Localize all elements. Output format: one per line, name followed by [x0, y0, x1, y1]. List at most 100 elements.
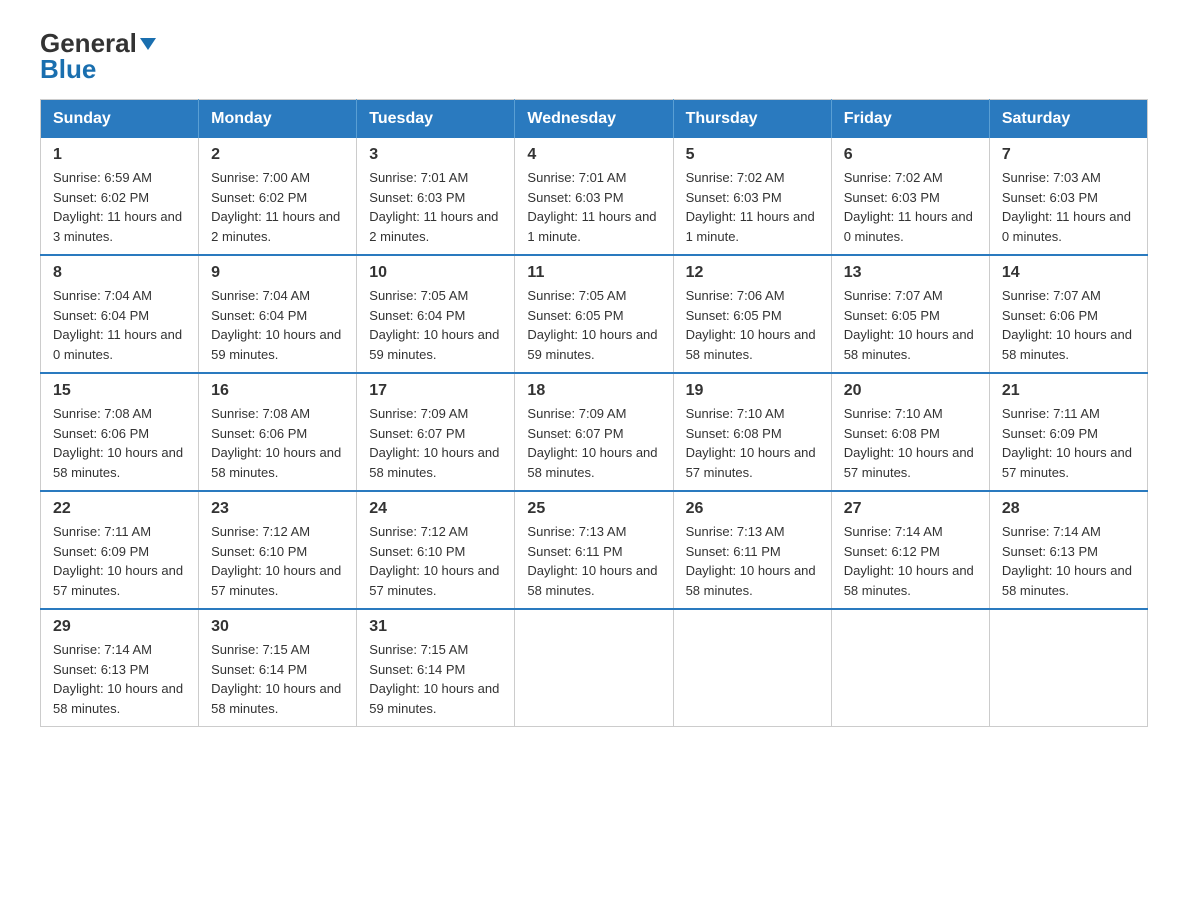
- page-header: General Blue: [40, 30, 1148, 83]
- day-info: Sunrise: 7:01 AMSunset: 6:03 PMDaylight:…: [369, 168, 502, 246]
- calendar-cell: 23Sunrise: 7:12 AMSunset: 6:10 PMDayligh…: [199, 491, 357, 609]
- calendar-cell: 12 Sunrise: 7:06 AMSunset: 6:05 PMDayligh…: [673, 255, 831, 373]
- calendar-cell: 17 Sunrise: 7:09 AMSunset: 6:07 PMDayligh…: [357, 373, 515, 491]
- day-info: Sunrise: 7:00 AMSunset: 6:02 PMDaylight:…: [211, 168, 344, 246]
- calendar-cell: 14 Sunrise: 7:07 AMSunset: 6:06 PMDayligh…: [989, 255, 1147, 373]
- calendar-cell: 13 Sunrise: 7:07 AMSunset: 6:05 PMDayligh…: [831, 255, 989, 373]
- day-info: Sunrise: 7:04 AMSunset: 6:04 PMDaylight:…: [211, 286, 344, 364]
- day-number: 18: [527, 382, 660, 400]
- column-header-saturday: Saturday: [989, 100, 1147, 139]
- column-header-monday: Monday: [199, 100, 357, 139]
- calendar-cell: [831, 609, 989, 727]
- day-info: Sunrise: 7:11 AMSunset: 6:09 PMDaylight:…: [53, 522, 186, 600]
- day-number: 19: [686, 382, 819, 400]
- day-info: Sunrise: 7:07 AMSunset: 6:06 PMDaylight:…: [1002, 286, 1135, 364]
- day-info: Sunrise: 7:09 AMSunset: 6:07 PMDaylight:…: [527, 404, 660, 482]
- day-number: 5: [686, 146, 819, 164]
- day-info: Sunrise: 7:13 AMSunset: 6:11 PMDaylight:…: [527, 522, 660, 600]
- calendar-cell: 2 Sunrise: 7:00 AMSunset: 6:02 PMDaylight…: [199, 138, 357, 255]
- day-number: 31: [369, 618, 502, 636]
- day-number: 1: [53, 146, 186, 164]
- day-number: 20: [844, 382, 977, 400]
- calendar-cell: 21 Sunrise: 7:11 AMSunset: 6:09 PMDayligh…: [989, 373, 1147, 491]
- day-info: Sunrise: 7:15 AMSunset: 6:14 PMDaylight:…: [211, 640, 344, 718]
- calendar-week-row: 22Sunrise: 7:11 AMSunset: 6:09 PMDayligh…: [41, 491, 1148, 609]
- day-number: 14: [1002, 264, 1135, 282]
- calendar-week-row: 8 Sunrise: 7:04 AMSunset: 6:04 PMDaylight…: [41, 255, 1148, 373]
- day-info: Sunrise: 7:07 AMSunset: 6:05 PMDaylight:…: [844, 286, 977, 364]
- logo-blue-text: Blue: [40, 54, 96, 84]
- day-info: Sunrise: 7:11 AMSunset: 6:09 PMDaylight:…: [1002, 404, 1135, 482]
- day-number: 4: [527, 146, 660, 164]
- day-info: Sunrise: 7:08 AMSunset: 6:06 PMDaylight:…: [211, 404, 344, 482]
- day-info: Sunrise: 7:01 AMSunset: 6:03 PMDaylight:…: [527, 168, 660, 246]
- calendar-cell: 26 Sunrise: 7:13 AMSunset: 6:11 PMDayligh…: [673, 491, 831, 609]
- day-info: Sunrise: 7:09 AMSunset: 6:07 PMDaylight:…: [369, 404, 502, 482]
- day-number: 25: [527, 500, 660, 518]
- day-info: Sunrise: 7:10 AMSunset: 6:08 PMDaylight:…: [844, 404, 977, 482]
- day-number: 12: [686, 264, 819, 282]
- column-header-wednesday: Wednesday: [515, 100, 673, 139]
- calendar-cell: 7 Sunrise: 7:03 AMSunset: 6:03 PMDaylight…: [989, 138, 1147, 255]
- day-number: 21: [1002, 382, 1135, 400]
- day-info: Sunrise: 7:08 AMSunset: 6:06 PMDaylight:…: [53, 404, 186, 482]
- calendar-cell: 6 Sunrise: 7:02 AMSunset: 6:03 PMDaylight…: [831, 138, 989, 255]
- day-info: Sunrise: 7:15 AMSunset: 6:14 PMDaylight:…: [369, 640, 502, 718]
- day-info: Sunrise: 7:10 AMSunset: 6:08 PMDaylight:…: [686, 404, 819, 482]
- calendar-week-row: 29Sunrise: 7:14 AMSunset: 6:13 PMDayligh…: [41, 609, 1148, 727]
- day-info: Sunrise: 7:02 AMSunset: 6:03 PMDaylight:…: [844, 168, 977, 246]
- day-number: 24: [369, 500, 502, 518]
- calendar-cell: 28Sunrise: 7:14 AMSunset: 6:13 PMDayligh…: [989, 491, 1147, 609]
- day-info: Sunrise: 7:03 AMSunset: 6:03 PMDaylight:…: [1002, 168, 1135, 246]
- day-number: 6: [844, 146, 977, 164]
- day-number: 3: [369, 146, 502, 164]
- day-number: 8: [53, 264, 186, 282]
- day-number: 26: [686, 500, 819, 518]
- day-info: Sunrise: 7:05 AMSunset: 6:05 PMDaylight:…: [527, 286, 660, 364]
- calendar-cell: 5Sunrise: 7:02 AMSunset: 6:03 PMDaylight…: [673, 138, 831, 255]
- column-header-tuesday: Tuesday: [357, 100, 515, 139]
- calendar-cell: 1 Sunrise: 6:59 AMSunset: 6:02 PMDaylight…: [41, 138, 199, 255]
- day-number: 10: [369, 264, 502, 282]
- calendar-header-row: SundayMondayTuesdayWednesdayThursdayFrid…: [41, 100, 1148, 139]
- logo-general-text: General: [40, 30, 156, 56]
- day-info: Sunrise: 7:12 AMSunset: 6:10 PMDaylight:…: [369, 522, 502, 600]
- day-number: 23: [211, 500, 344, 518]
- calendar-cell: 29Sunrise: 7:14 AMSunset: 6:13 PMDayligh…: [41, 609, 199, 727]
- calendar-cell: 8Sunrise: 7:04 AMSunset: 6:04 PMDaylight…: [41, 255, 199, 373]
- calendar-table: SundayMondayTuesdayWednesdayThursdayFrid…: [40, 99, 1148, 727]
- column-header-thursday: Thursday: [673, 100, 831, 139]
- day-number: 9: [211, 264, 344, 282]
- calendar-week-row: 1 Sunrise: 6:59 AMSunset: 6:02 PMDaylight…: [41, 138, 1148, 255]
- calendar-cell: 18 Sunrise: 7:09 AMSunset: 6:07 PMDayligh…: [515, 373, 673, 491]
- day-number: 2: [211, 146, 344, 164]
- calendar-cell: 25 Sunrise: 7:13 AMSunset: 6:11 PMDayligh…: [515, 491, 673, 609]
- calendar-cell: [673, 609, 831, 727]
- day-info: Sunrise: 7:14 AMSunset: 6:12 PMDaylight:…: [844, 522, 977, 600]
- calendar-cell: [515, 609, 673, 727]
- day-number: 16: [211, 382, 344, 400]
- day-number: 27: [844, 500, 977, 518]
- calendar-cell: 9 Sunrise: 7:04 AMSunset: 6:04 PMDaylight…: [199, 255, 357, 373]
- calendar-cell: 24 Sunrise: 7:12 AMSunset: 6:10 PMDayligh…: [357, 491, 515, 609]
- calendar-week-row: 15 Sunrise: 7:08 AMSunset: 6:06 PMDayligh…: [41, 373, 1148, 491]
- day-number: 17: [369, 382, 502, 400]
- day-number: 28: [1002, 500, 1135, 518]
- calendar-cell: 20 Sunrise: 7:10 AMSunset: 6:08 PMDayligh…: [831, 373, 989, 491]
- calendar-cell: 27 Sunrise: 7:14 AMSunset: 6:12 PMDayligh…: [831, 491, 989, 609]
- column-header-sunday: Sunday: [41, 100, 199, 139]
- calendar-cell: 30 Sunrise: 7:15 AMSunset: 6:14 PMDayligh…: [199, 609, 357, 727]
- day-number: 15: [53, 382, 186, 400]
- calendar-cell: 11Sunrise: 7:05 AMSunset: 6:05 PMDayligh…: [515, 255, 673, 373]
- day-info: Sunrise: 6:59 AMSunset: 6:02 PMDaylight:…: [53, 168, 186, 246]
- day-number: 7: [1002, 146, 1135, 164]
- calendar-cell: 19 Sunrise: 7:10 AMSunset: 6:08 PMDayligh…: [673, 373, 831, 491]
- logo: General Blue: [40, 30, 156, 83]
- day-info: Sunrise: 7:06 AMSunset: 6:05 PMDaylight:…: [686, 286, 819, 364]
- calendar-cell: 31 Sunrise: 7:15 AMSunset: 6:14 PMDayligh…: [357, 609, 515, 727]
- calendar-cell: 15 Sunrise: 7:08 AMSunset: 6:06 PMDayligh…: [41, 373, 199, 491]
- day-number: 13: [844, 264, 977, 282]
- day-info: Sunrise: 7:13 AMSunset: 6:11 PMDaylight:…: [686, 522, 819, 600]
- day-number: 30: [211, 618, 344, 636]
- day-info: Sunrise: 7:14 AMSunset: 6:13 PMDaylight:…: [53, 640, 186, 718]
